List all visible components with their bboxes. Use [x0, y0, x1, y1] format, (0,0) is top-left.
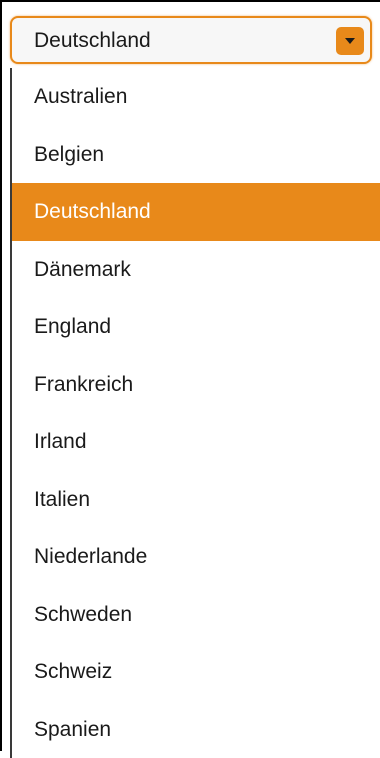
dropdown-option[interactable]: Spanien — [12, 701, 380, 758]
dropdown-option[interactable]: Irland — [12, 413, 380, 471]
country-select-value: Deutschland — [34, 18, 151, 64]
dropdown-option[interactable]: Dänemark — [12, 241, 380, 299]
dropdown-option[interactable]: England — [12, 298, 380, 356]
dropdown-option[interactable]: Schweiz — [12, 643, 380, 701]
dropdown-option[interactable]: Belgien — [12, 126, 380, 184]
country-dropdown-list: AustralienBelgienDeutschlandDänemarkEngl… — [10, 68, 380, 758]
option-list: AustralienBelgienDeutschlandDänemarkEngl… — [12, 68, 380, 758]
dropdown-option[interactable]: Australien — [12, 68, 380, 126]
window-frame-top — [0, 0, 380, 2]
dropdown-option[interactable]: Schweden — [12, 586, 380, 644]
dropdown-option-selected[interactable]: Deutschland — [12, 183, 380, 241]
dropdown-option[interactable]: Frankreich — [12, 356, 380, 414]
dropdown-option[interactable]: Italien — [12, 471, 380, 529]
country-select[interactable]: Deutschland — [10, 16, 372, 64]
dropdown-option[interactable]: Niederlande — [12, 528, 380, 586]
window-frame-left — [0, 0, 2, 751]
caret-down-icon[interactable] — [336, 27, 364, 55]
